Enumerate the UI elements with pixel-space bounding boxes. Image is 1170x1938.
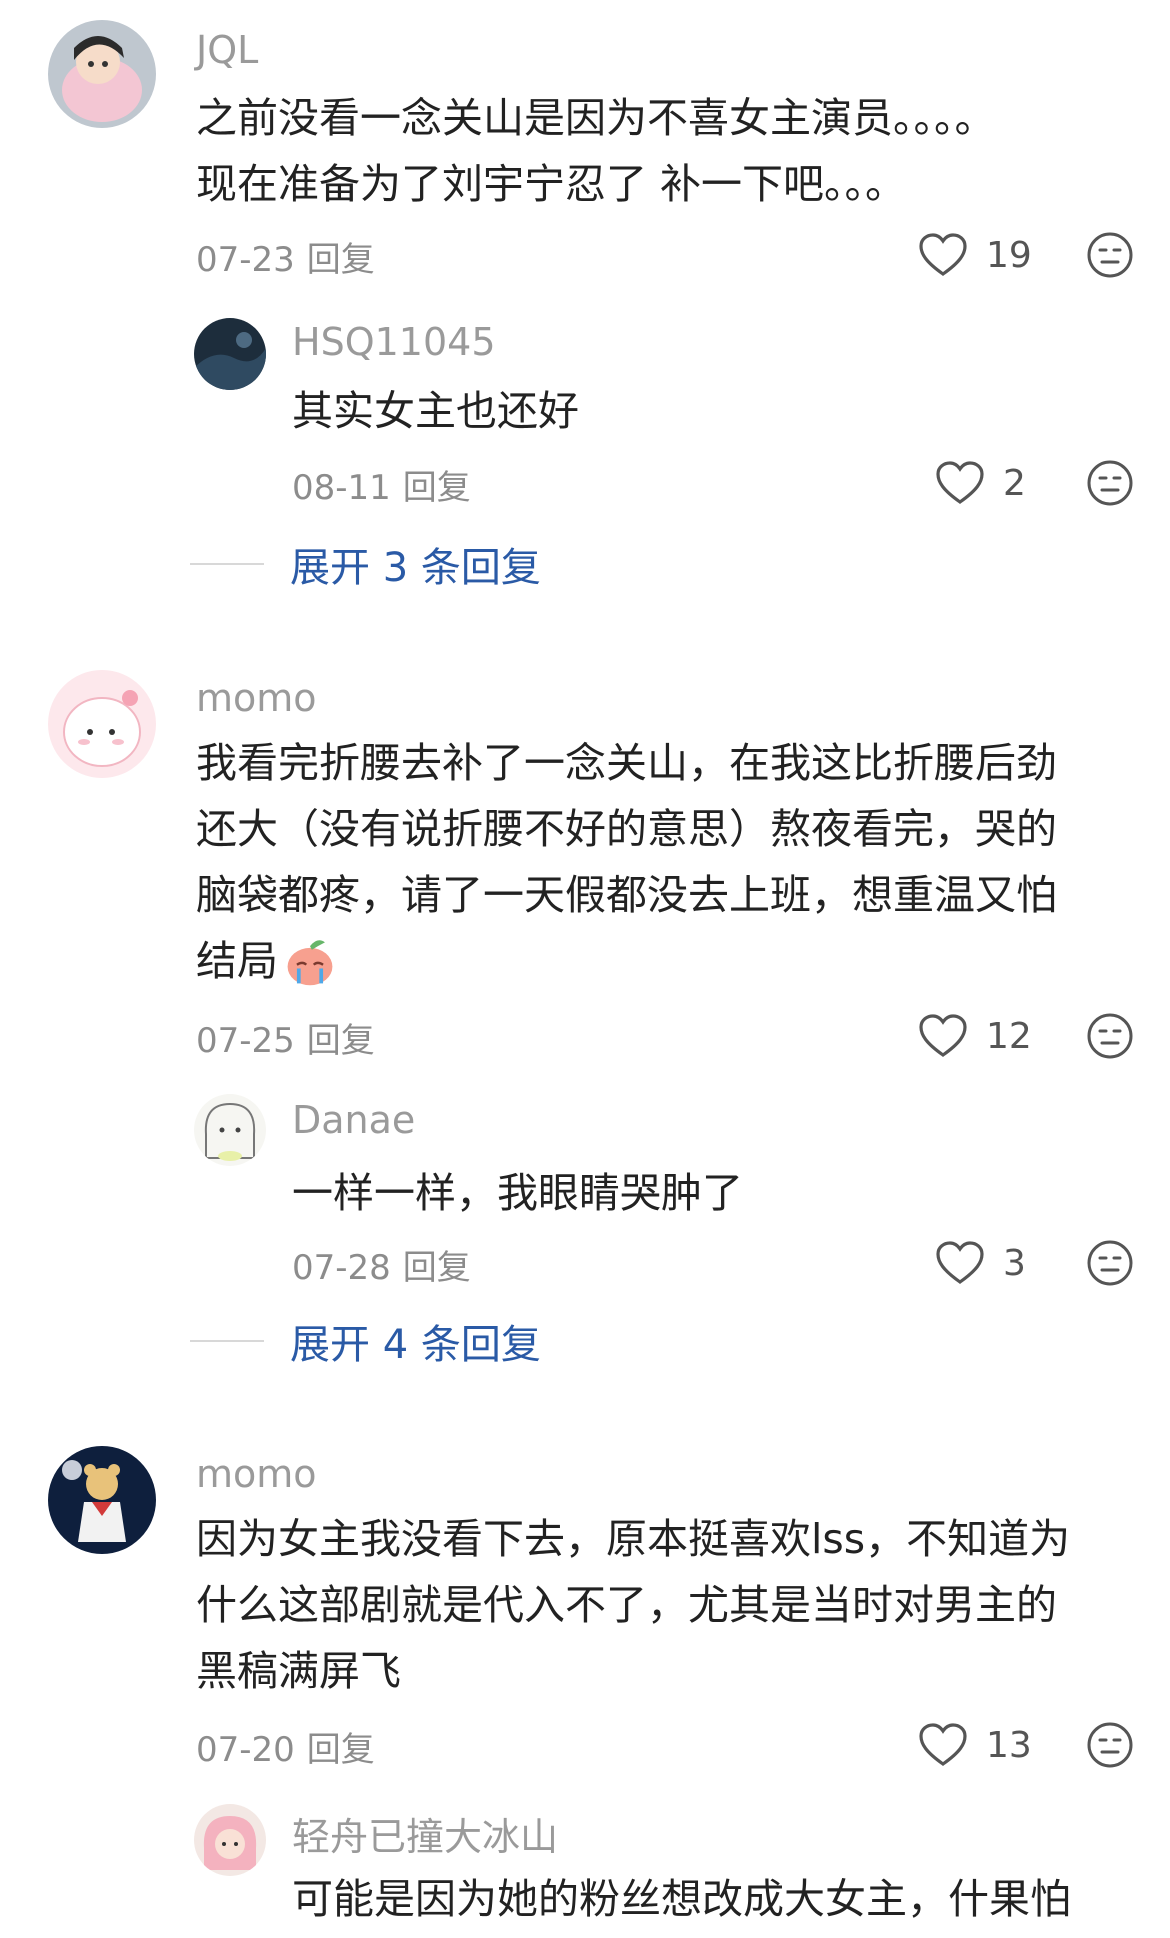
avatar[interactable]: [194, 1094, 266, 1166]
expand-replies-label[interactable]: 展开 3 条回复: [290, 535, 541, 593]
comment-date: 07-25: [196, 1021, 295, 1061]
like-count: 3: [1003, 1242, 1026, 1284]
reply-date: 07-28: [292, 1248, 391, 1288]
reply-meta: 08-11 回复: [292, 460, 471, 509]
avatar[interactable]: [194, 1804, 266, 1876]
avatar-pink-hair-girl-icon: [194, 1804, 266, 1876]
like-count: 13: [986, 1724, 1032, 1766]
like-count: 12: [986, 1015, 1032, 1057]
avatar-sketch-girl-icon: [194, 1094, 266, 1166]
comment-meta: 07-20 回复: [196, 1722, 375, 1771]
reply-button[interactable]: 回复: [403, 468, 471, 508]
neutral-face-icon[interactable]: [1085, 230, 1135, 280]
heart-icon: [919, 233, 967, 276]
reply-text: 可能是因为她的粉丝想改成大女主，什果怕: [292, 1875, 1071, 1923]
comment-date: 07-23: [196, 240, 295, 280]
crying-peach-emoji-icon: [287, 940, 333, 986]
reply-button[interactable]: 回复: [307, 1021, 375, 1061]
heart-icon: [919, 1723, 967, 1766]
like-button[interactable]: 12: [918, 1013, 1032, 1059]
comment-meta: 07-25 回复: [196, 1013, 375, 1062]
username[interactable]: 轻舟已撞大冰山: [292, 1806, 558, 1861]
expand-replies-button[interactable]: 展开 4 条回复: [190, 1312, 541, 1370]
avatar-pink-blob-icon: [48, 670, 156, 778]
reply-text: 其实女主也还好: [292, 387, 579, 435]
like-button[interactable]: 13: [918, 1722, 1032, 1768]
avatar-dark-scene-icon: [194, 318, 266, 390]
heart-icon: [936, 461, 984, 504]
heart-icon: [919, 1014, 967, 1057]
like-button[interactable]: 2: [935, 460, 1026, 506]
neutral-face-icon[interactable]: [1085, 458, 1135, 508]
neutral-face-icon[interactable]: [1085, 1011, 1135, 1061]
reply-date: 08-11: [292, 468, 391, 508]
like-button[interactable]: 19: [918, 232, 1032, 278]
comment-meta: 07-23 回复: [196, 232, 375, 281]
username[interactable]: JQL: [196, 28, 258, 72]
comment-text: 之前没看一念关山是因为不喜女主演员。。。。 现在准备为了刘宇宁忍了 补一下吧。。…: [196, 94, 996, 208]
avatar-bear-costume-icon: [48, 1446, 156, 1554]
username[interactable]: momo: [196, 676, 317, 720]
heart-icon: [936, 1241, 984, 1284]
like-button[interactable]: 3: [935, 1240, 1026, 1286]
reply-button[interactable]: 回复: [403, 1248, 471, 1288]
avatar-girl-icon: [48, 20, 156, 128]
like-count: 19: [986, 234, 1032, 276]
username[interactable]: momo: [196, 1452, 317, 1496]
reply-button[interactable]: 回复: [307, 240, 375, 280]
comment-date: 07-20: [196, 1730, 295, 1770]
reply-button[interactable]: 回复: [307, 1730, 375, 1770]
divider: [190, 1340, 264, 1342]
avatar[interactable]: [48, 20, 156, 128]
username[interactable]: HSQ11045: [292, 320, 496, 364]
neutral-face-icon[interactable]: [1085, 1720, 1135, 1770]
avatar[interactable]: [194, 318, 266, 390]
comment-text: 因为女主我没看下去，原本挺喜欢lss，不知道为 什么这部剧就是代入不了，尤其是当…: [196, 1515, 1071, 1695]
divider: [190, 563, 264, 565]
avatar[interactable]: [48, 670, 156, 778]
avatar[interactable]: [48, 1446, 156, 1554]
reply-text: 一样一样，我眼睛哭肿了: [292, 1169, 743, 1217]
neutral-face-icon[interactable]: [1085, 1238, 1135, 1288]
expand-replies-button[interactable]: 展开 3 条回复: [190, 535, 541, 593]
like-count: 2: [1003, 462, 1026, 504]
reply-meta: 07-28 回复: [292, 1240, 471, 1289]
username[interactable]: Danae: [292, 1098, 415, 1142]
expand-replies-label[interactable]: 展开 4 条回复: [290, 1312, 541, 1370]
